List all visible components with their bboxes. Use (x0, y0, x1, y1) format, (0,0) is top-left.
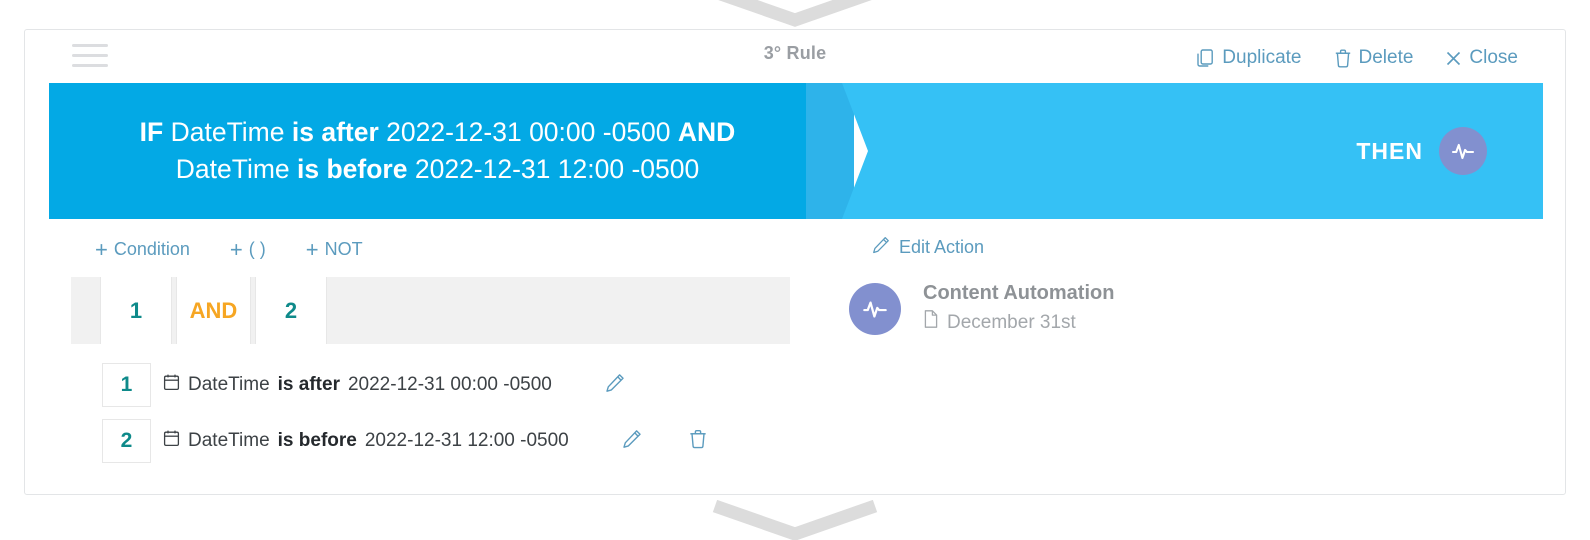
condition-text: DateTime is before 2022-12-31 12:00 -050… (163, 429, 569, 454)
duplicate-button[interactable]: Duplicate (1196, 47, 1302, 69)
calendar-icon (163, 429, 180, 454)
close-label: Close (1469, 47, 1518, 68)
action-column: Edit Action Content Automation December … (849, 235, 1114, 337)
delete-label: Delete (1358, 47, 1414, 68)
banner-divider (806, 83, 854, 219)
condition-text: DateTime is after 2022-12-31 00:00 -0500 (163, 373, 552, 398)
chevron-decoration-bottom (712, 500, 878, 540)
add-group-button[interactable]: + ( ) (229, 236, 266, 262)
add-not-button[interactable]: + NOT (305, 236, 363, 262)
pencil-icon (871, 235, 891, 260)
if-and-keyword: AND (677, 117, 736, 147)
then-content: THEN (1356, 127, 1487, 175)
then-banner: THEN (842, 83, 1543, 219)
condition-field: DateTime (188, 430, 270, 451)
trash-icon[interactable] (688, 428, 708, 454)
pulse-icon (1439, 127, 1487, 175)
condition-row: 2 DateTime is before 2022-12-31 12:00 -0… (102, 419, 708, 463)
delete-button[interactable]: Delete (1334, 47, 1414, 69)
if-line2-operator: is before (297, 154, 408, 184)
calendar-icon (163, 373, 180, 398)
duplicate-label: Duplicate (1222, 47, 1302, 68)
add-condition-button[interactable]: + Condition (95, 236, 190, 262)
pencil-icon[interactable] (621, 428, 643, 455)
copy-icon (1196, 48, 1215, 68)
expression-token-1[interactable]: 1 (100, 277, 172, 344)
then-label: THEN (1356, 137, 1423, 164)
edit-action-label: Edit Action (899, 237, 985, 257)
if-line1-value: 2022-12-31 00:00 -0500 (386, 117, 671, 147)
trash-icon (1334, 48, 1352, 68)
close-icon (1445, 50, 1462, 67)
if-line1-field: DateTime (170, 117, 285, 147)
hamburger-bar (72, 64, 108, 67)
header-actions: Duplicate Delete Close (1196, 47, 1518, 69)
condition-operator: is before (277, 430, 357, 451)
close-button[interactable]: Close (1445, 47, 1518, 69)
pulse-icon (849, 282, 901, 335)
expression-token-and[interactable]: AND (176, 277, 251, 344)
if-banner: IF DateTime is after 2022-12-31 00:00 -0… (49, 83, 806, 219)
if-keyword: IF (139, 117, 164, 147)
plus-icon: + (95, 236, 108, 262)
add-condition-label: Condition (113, 239, 190, 259)
condition-number[interactable]: 2 (102, 419, 151, 463)
condition-row-actions (604, 372, 626, 399)
add-group-label: ( ) (248, 239, 266, 259)
action-subtitle-row: December 31st (923, 309, 1114, 337)
edit-action-button[interactable]: Edit Action (871, 235, 1114, 260)
chevron-decoration-top (718, 0, 872, 27)
card-header: 3° Rule Duplicate Delete Close (25, 30, 1565, 82)
if-expression-text: IF DateTime is after 2022-12-31 00:00 -0… (140, 114, 736, 188)
document-icon (923, 309, 939, 337)
add-not-label: NOT (324, 239, 363, 259)
if-line2-field: DateTime (175, 154, 290, 184)
action-subtitle: December 31st (947, 312, 1076, 333)
plus-icon: + (229, 236, 243, 262)
action-text: Content Automation December 31st (923, 280, 1114, 337)
action-summary[interactable]: Content Automation December 31st (849, 280, 1114, 337)
condition-value: 2022-12-31 00:00 -0500 (347, 374, 552, 395)
card-body: + Condition + ( ) + NOT 1 AND 2 1 DateTi… (25, 219, 1565, 495)
pencil-icon[interactable] (604, 372, 626, 399)
expression-strip: 1 AND 2 (71, 277, 790, 344)
condition-operator: is after (277, 374, 340, 395)
condition-row: 1 DateTime is after 2022-12-31 00:00 -05… (102, 363, 626, 407)
if-line1-operator: is after (291, 117, 379, 147)
condition-value: 2022-12-31 12:00 -0500 (364, 430, 569, 451)
plus-icon: + (305, 236, 319, 262)
expression-token-2[interactable]: 2 (255, 277, 327, 344)
rule-banner: IF DateTime is after 2022-12-31 00:00 -0… (49, 83, 1543, 219)
condition-field: DateTime (188, 374, 270, 395)
condition-toolbar: + Condition + ( ) + NOT (95, 236, 363, 262)
condition-row-actions (621, 428, 708, 455)
if-line2-value: 2022-12-31 12:00 -0500 (414, 154, 700, 184)
rule-card: 3° Rule Duplicate Delete Close IF DateTi… (24, 29, 1566, 495)
condition-number[interactable]: 1 (102, 363, 151, 407)
action-title: Content Automation (923, 282, 1115, 304)
